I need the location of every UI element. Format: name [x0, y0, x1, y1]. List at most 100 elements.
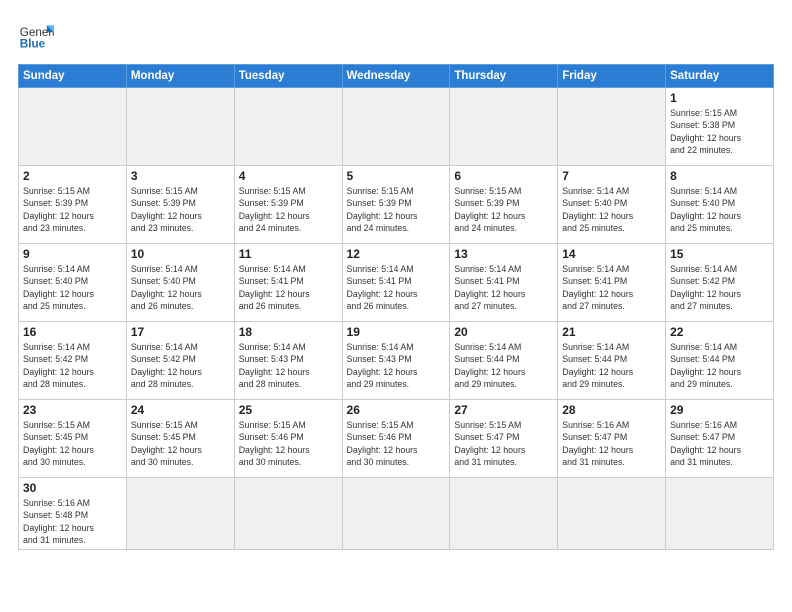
calendar-cell: 12Sunrise: 5:14 AMSunset: 5:41 PMDayligh… — [342, 244, 450, 322]
col-header-wednesday: Wednesday — [342, 65, 450, 88]
col-header-sunday: Sunday — [19, 65, 127, 88]
day-number: 23 — [23, 403, 122, 417]
day-number: 17 — [131, 325, 230, 339]
week-row-4: 16 Sunrise: 5:14 AMSunset: 5:42 PMDayligh… — [19, 322, 774, 400]
col-header-friday: Friday — [558, 65, 666, 88]
calendar-cell: 10Sunrise: 5:14 AMSunset: 5:40 PMDayligh… — [126, 244, 234, 322]
calendar-cell: 30 Sunrise: 5:16 AMSunset: 5:48 PMDayligh… — [19, 478, 127, 550]
day-info: Sunrise: 5:15 AMSunset: 5:39 PMDaylight:… — [347, 185, 446, 234]
day-info: Sunrise: 5:15 AMSunset: 5:45 PMDaylight:… — [131, 419, 230, 468]
day-number: 20 — [454, 325, 553, 339]
day-info: Sunrise: 5:15 AMSunset: 5:39 PMDaylight:… — [239, 185, 338, 234]
day-info: Sunrise: 5:16 AMSunset: 5:47 PMDaylight:… — [670, 419, 769, 468]
day-number: 16 — [23, 325, 122, 339]
day-info: Sunrise: 5:14 AMSunset: 5:41 PMDaylight:… — [454, 263, 553, 312]
calendar-cell: 1 Sunrise: 5:15 AMSunset: 5:38 PMDaylight… — [666, 88, 774, 166]
day-info: Sunrise: 5:14 AMSunset: 5:40 PMDaylight:… — [131, 263, 230, 312]
calendar-cell: 6 Sunrise: 5:15 AMSunset: 5:39 PMDaylight… — [450, 166, 558, 244]
day-number: 6 — [454, 169, 553, 183]
day-info: Sunrise: 5:15 AMSunset: 5:39 PMDaylight:… — [454, 185, 553, 234]
logo-icon: General Blue — [18, 18, 54, 54]
day-number: 26 — [347, 403, 446, 417]
logo: General Blue — [18, 18, 54, 54]
calendar-cell: 5 Sunrise: 5:15 AMSunset: 5:39 PMDaylight… — [342, 166, 450, 244]
day-number: 18 — [239, 325, 338, 339]
day-number: 19 — [347, 325, 446, 339]
day-info: Sunrise: 5:14 AMSunset: 5:43 PMDaylight:… — [347, 341, 446, 390]
day-info: Sunrise: 5:14 AMSunset: 5:40 PMDaylight:… — [670, 185, 769, 234]
day-info: Sunrise: 5:16 AMSunset: 5:48 PMDaylight:… — [23, 497, 122, 546]
calendar-cell — [234, 88, 342, 166]
calendar-cell: 7 Sunrise: 5:14 AMSunset: 5:40 PMDaylight… — [558, 166, 666, 244]
day-number: 9 — [23, 247, 122, 261]
col-header-thursday: Thursday — [450, 65, 558, 88]
calendar-cell — [666, 478, 774, 550]
week-row-3: 9 Sunrise: 5:14 AMSunset: 5:40 PMDaylight… — [19, 244, 774, 322]
day-info: Sunrise: 5:14 AMSunset: 5:42 PMDaylight:… — [131, 341, 230, 390]
calendar-cell — [450, 478, 558, 550]
calendar-cell — [234, 478, 342, 550]
calendar-cell — [450, 88, 558, 166]
day-info: Sunrise: 5:14 AMSunset: 5:42 PMDaylight:… — [23, 341, 122, 390]
day-number: 1 — [670, 91, 769, 105]
calendar-cell — [558, 88, 666, 166]
week-row-2: 2Sunrise: 5:15 AMSunset: 5:39 PMDaylight… — [19, 166, 774, 244]
day-number: 12 — [347, 247, 446, 261]
calendar-cell — [126, 478, 234, 550]
calendar-cell: 15Sunrise: 5:14 AMSunset: 5:42 PMDayligh… — [666, 244, 774, 322]
day-info: Sunrise: 5:15 AMSunset: 5:38 PMDaylight:… — [670, 107, 769, 156]
day-number: 28 — [562, 403, 661, 417]
day-info: Sunrise: 5:14 AMSunset: 5:44 PMDaylight:… — [670, 341, 769, 390]
day-number: 15 — [670, 247, 769, 261]
calendar-cell: 18Sunrise: 5:14 AMSunset: 5:43 PMDayligh… — [234, 322, 342, 400]
calendar-cell — [19, 88, 127, 166]
day-info: Sunrise: 5:15 AMSunset: 5:45 PMDaylight:… — [23, 419, 122, 468]
calendar-cell: 3Sunrise: 5:15 AMSunset: 5:39 PMDaylight… — [126, 166, 234, 244]
svg-text:Blue: Blue — [20, 38, 46, 51]
day-number: 7 — [562, 169, 661, 183]
calendar-cell — [126, 88, 234, 166]
day-info: Sunrise: 5:14 AMSunset: 5:41 PMDaylight:… — [562, 263, 661, 312]
day-number: 8 — [670, 169, 769, 183]
day-info: Sunrise: 5:15 AMSunset: 5:46 PMDaylight:… — [239, 419, 338, 468]
day-info: Sunrise: 5:14 AMSunset: 5:44 PMDaylight:… — [562, 341, 661, 390]
day-info: Sunrise: 5:14 AMSunset: 5:44 PMDaylight:… — [454, 341, 553, 390]
calendar-cell: 13Sunrise: 5:14 AMSunset: 5:41 PMDayligh… — [450, 244, 558, 322]
day-info: Sunrise: 5:14 AMSunset: 5:41 PMDaylight:… — [239, 263, 338, 312]
day-info: Sunrise: 5:15 AMSunset: 5:39 PMDaylight:… — [131, 185, 230, 234]
col-header-monday: Monday — [126, 65, 234, 88]
day-number: 14 — [562, 247, 661, 261]
day-info: Sunrise: 5:15 AMSunset: 5:47 PMDaylight:… — [454, 419, 553, 468]
day-number: 27 — [454, 403, 553, 417]
week-row-6: 30 Sunrise: 5:16 AMSunset: 5:48 PMDayligh… — [19, 478, 774, 550]
day-number: 5 — [347, 169, 446, 183]
calendar-cell — [558, 478, 666, 550]
calendar-table: SundayMondayTuesdayWednesdayThursdayFrid… — [18, 64, 774, 550]
day-number: 24 — [131, 403, 230, 417]
calendar-cell: 23 Sunrise: 5:15 AMSunset: 5:45 PMDayligh… — [19, 400, 127, 478]
week-row-5: 23 Sunrise: 5:15 AMSunset: 5:45 PMDayligh… — [19, 400, 774, 478]
calendar-cell: 26Sunrise: 5:15 AMSunset: 5:46 PMDayligh… — [342, 400, 450, 478]
calendar-cell: 28Sunrise: 5:16 AMSunset: 5:47 PMDayligh… — [558, 400, 666, 478]
calendar-cell: 20 Sunrise: 5:14 AMSunset: 5:44 PMDayligh… — [450, 322, 558, 400]
day-info: Sunrise: 5:14 AMSunset: 5:40 PMDaylight:… — [23, 263, 122, 312]
calendar-cell: 29Sunrise: 5:16 AMSunset: 5:47 PMDayligh… — [666, 400, 774, 478]
day-info: Sunrise: 5:14 AMSunset: 5:40 PMDaylight:… — [562, 185, 661, 234]
calendar-cell: 8 Sunrise: 5:14 AMSunset: 5:40 PMDaylight… — [666, 166, 774, 244]
calendar-cell — [342, 88, 450, 166]
day-info: Sunrise: 5:15 AMSunset: 5:39 PMDaylight:… — [23, 185, 122, 234]
calendar-cell: 2Sunrise: 5:15 AMSunset: 5:39 PMDaylight… — [19, 166, 127, 244]
day-number: 25 — [239, 403, 338, 417]
calendar-cell — [342, 478, 450, 550]
day-number: 21 — [562, 325, 661, 339]
calendar-cell: 24 Sunrise: 5:15 AMSunset: 5:45 PMDayligh… — [126, 400, 234, 478]
calendar-cell: 11Sunrise: 5:14 AMSunset: 5:41 PMDayligh… — [234, 244, 342, 322]
calendar-cell: 25 Sunrise: 5:15 AMSunset: 5:46 PMDayligh… — [234, 400, 342, 478]
calendar-cell: 22Sunrise: 5:14 AMSunset: 5:44 PMDayligh… — [666, 322, 774, 400]
calendar-cell: 14 Sunrise: 5:14 AMSunset: 5:41 PMDayligh… — [558, 244, 666, 322]
calendar-cell: 4 Sunrise: 5:15 AMSunset: 5:39 PMDaylight… — [234, 166, 342, 244]
day-number: 4 — [239, 169, 338, 183]
header-area: General Blue — [18, 18, 774, 54]
day-number: 30 — [23, 481, 122, 495]
col-header-saturday: Saturday — [666, 65, 774, 88]
